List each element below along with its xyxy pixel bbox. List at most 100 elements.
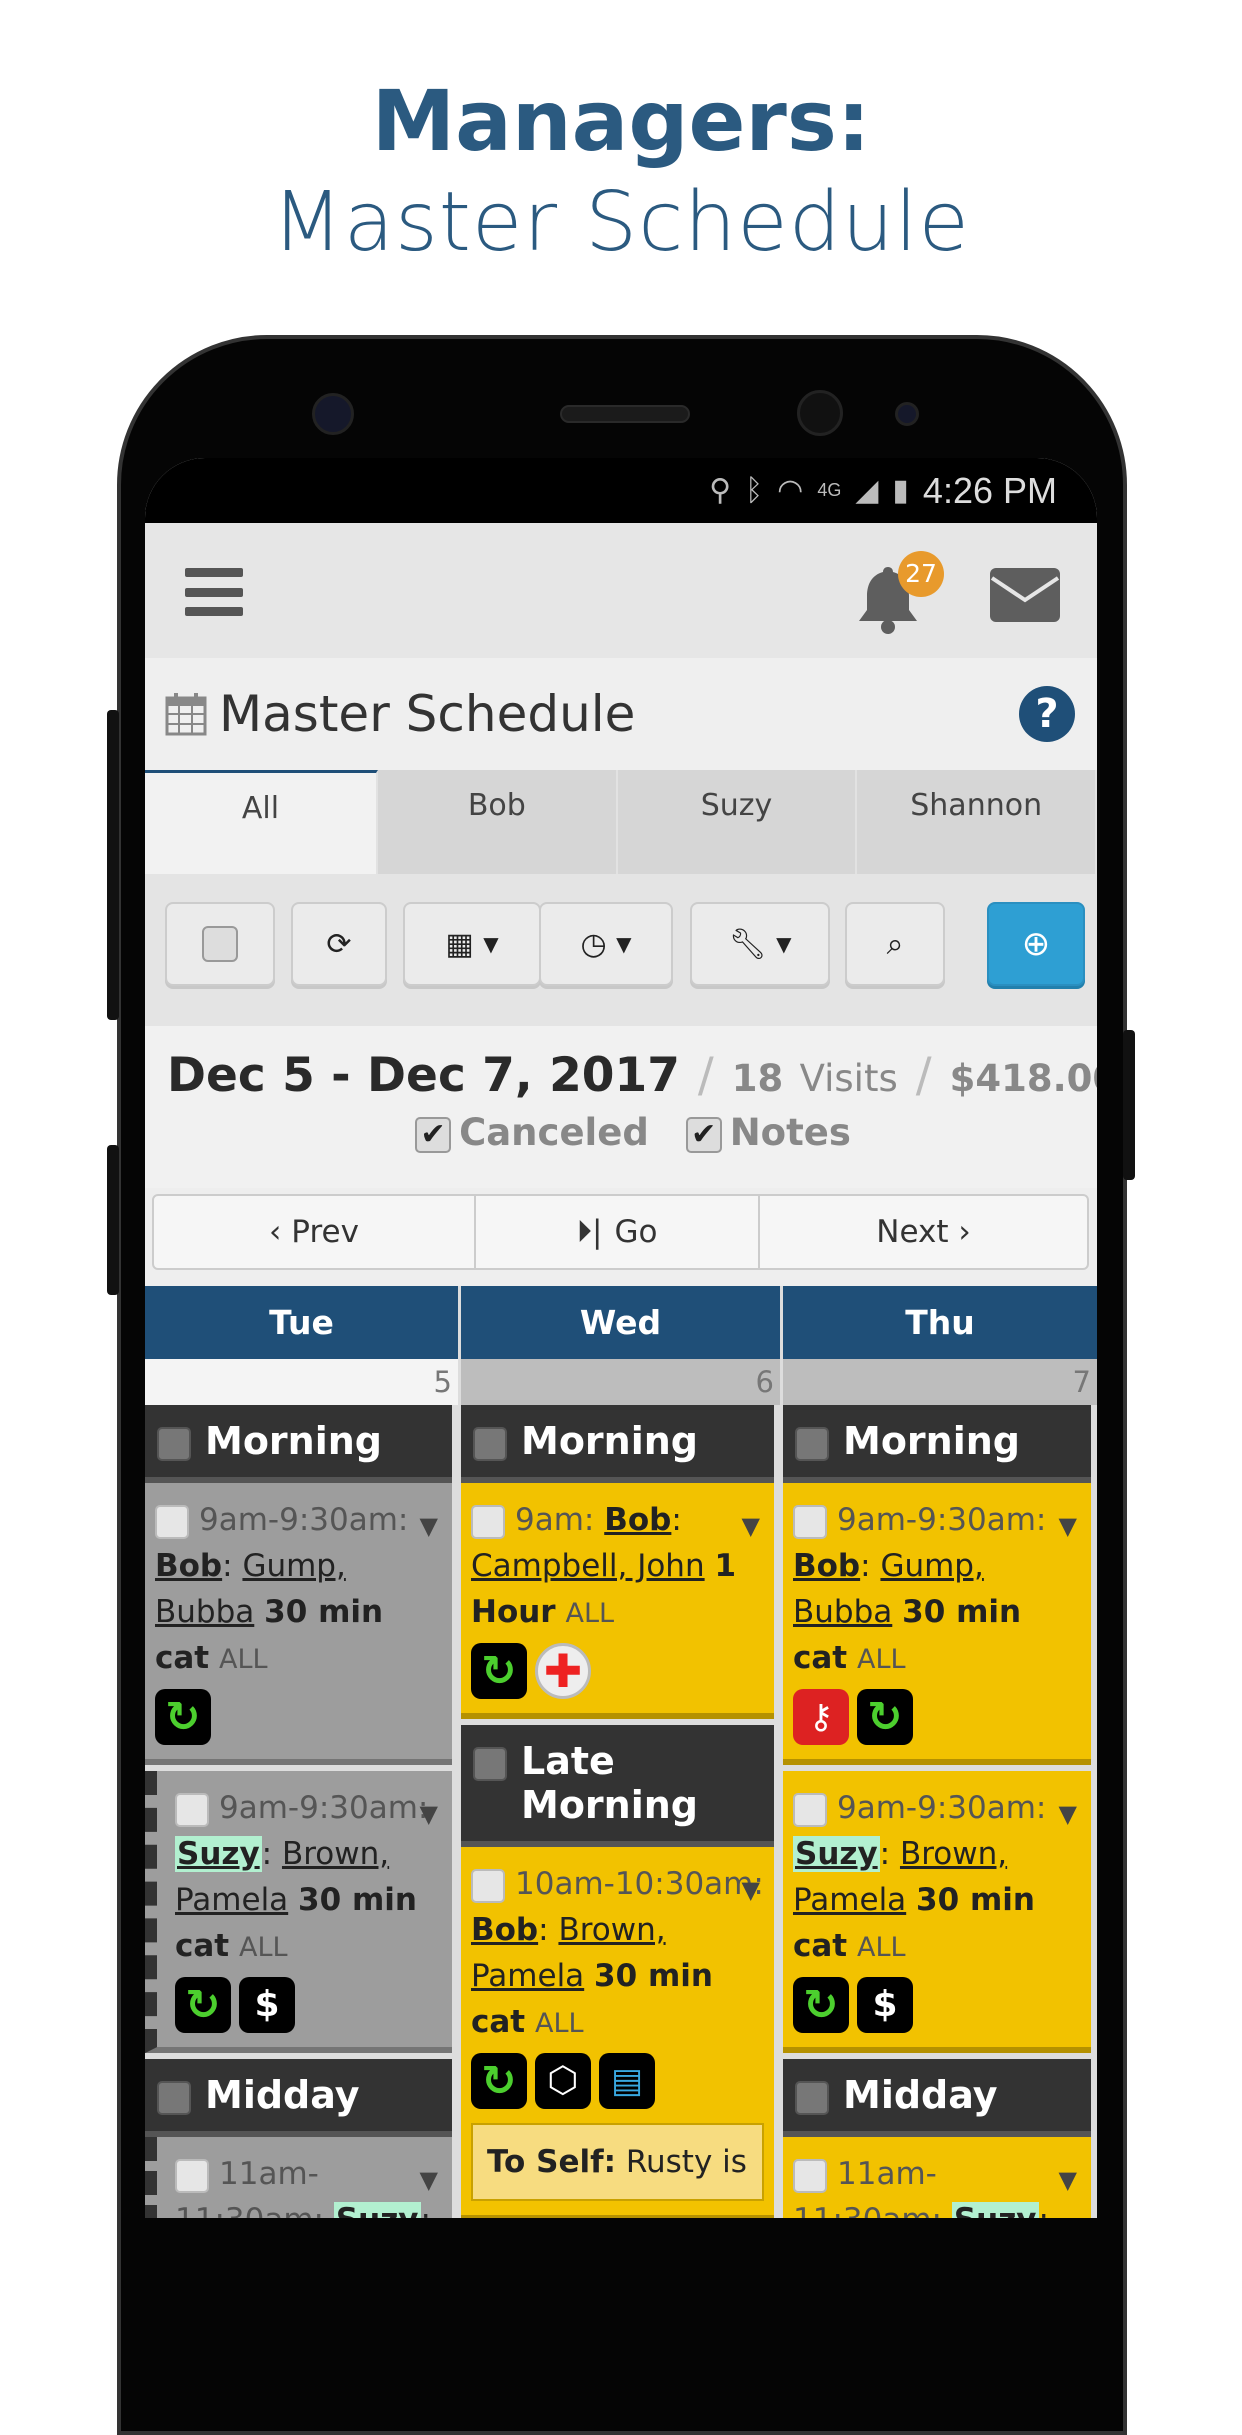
visit-checkbox[interactable] [175,2158,209,2193]
status-bar: ⚲ ᛒ ◠ 4G ◢ ▮ 4:26 PM [145,458,1097,523]
visit-time: 9am-9:30am: [219,1790,429,1826]
walker-link[interactable]: Suzy [951,2202,1039,2218]
next-button[interactable]: Next › [760,1196,1087,1268]
note-text: Rusty is [625,2144,747,2180]
visit-checkbox[interactable] [471,1504,505,1539]
visit-time: 9am-9:30am: [837,1502,1047,1538]
separator: / [697,1048,714,1103]
visit-checkbox[interactable] [155,1504,189,1539]
page-title: Master Schedule [219,685,636,743]
caret-down-icon[interactable]: ▼ [1059,1791,1077,1837]
signal-icon: ◢ [855,474,879,507]
caret-down-icon[interactable]: ▼ [1059,2157,1077,2203]
refresh-button[interactable]: ⟳ [291,902,387,986]
sensor [895,402,919,426]
block-checkbox[interactable] [157,2081,191,2115]
day-header[interactable]: Tue [145,1286,458,1359]
menu-icon[interactable] [185,568,243,616]
recurring-icon[interactable]: ↻ [471,1643,527,1699]
visit-note: To Self: Rusty is [471,2123,764,2201]
visit-card[interactable]: ▼ 9am-9:30am: Bob: Gump, Bubba 30 min ca… [145,1483,452,1765]
caret-down-icon[interactable]: ▼ [1059,1503,1077,1549]
day-header[interactable]: Wed [461,1286,780,1359]
block-checkbox[interactable] [795,2081,829,2115]
recurring-icon[interactable]: ↻ [857,1689,913,1745]
go-button[interactable]: ⏵︎| Go [476,1196,760,1268]
first-aid-icon[interactable]: ✚ [535,1643,591,1699]
caret-down-icon[interactable]: ▼ [420,1503,438,1549]
recurring-icon[interactable]: ↻ [175,1977,231,2033]
add-visit-button[interactable]: ⊕ [987,902,1085,986]
visit-card[interactable]: ▼ 11am-11:30am: Suzy: [145,2137,452,2218]
visits-count: 18 [731,1057,784,1100]
canceled-checkbox[interactable]: ✔ [415,1116,452,1153]
mail-icon[interactable] [990,568,1060,622]
time-block-label: Late Morning [521,1739,698,1827]
tab-all[interactable]: All [145,770,378,874]
screen: ⚲ ᛒ ◠ 4G ◢ ▮ 4:26 PM 27 Master Schedule … [145,458,1097,2218]
visit-time: 10am-10:30am: [515,1866,764,1902]
walker-link[interactable]: Bob [471,1912,538,1948]
recurring-icon[interactable]: ↻ [155,1689,211,1745]
pet-tag: ALL [238,1932,288,1963]
block-checkbox[interactable] [795,1427,829,1461]
day-number: 7 [783,1359,1097,1405]
caret-down-icon[interactable]: ▼ [742,1867,760,1913]
visit-card[interactable]: ▼ 9am-9:30am: Bob: Gump, Bubba 30 min ca… [783,1483,1091,1765]
visit-checkbox[interactable] [793,1792,827,1827]
visit-card[interactable]: ▼ 10am-10:30am: Bob: Brown, Pamela 30 mi… [461,1847,774,2218]
notes-checkbox[interactable]: ✔ [685,1116,722,1153]
visit-card[interactable]: ▼ 11am-11:30am: Suzy: [783,2137,1091,2218]
tab-suzy[interactable]: Suzy [618,770,858,874]
block-checkbox[interactable] [473,1427,507,1461]
block-checkbox[interactable] [473,1747,507,1781]
walker-link[interactable]: Bob [793,1548,860,1584]
time-block-header: Late Morning [461,1725,774,1847]
battery-icon: ▮ [892,474,909,507]
day-number: 5 [145,1359,458,1405]
recurring-icon[interactable]: ↻ [471,2053,527,2109]
help-button[interactable]: ? [1019,686,1075,742]
caret-down-icon[interactable]: ▼ [742,1503,760,1549]
walker-link[interactable]: Suzy [175,1836,262,1872]
tools-dropdown[interactable]: 🔧︎ ▼ [690,902,830,986]
walker-link[interactable]: Bob [604,1502,671,1538]
client-link[interactable]: Campbell, John [471,1548,705,1584]
tab-bob[interactable]: Bob [378,770,618,874]
caret-down-icon[interactable]: ▼ [420,1791,438,1837]
power-button [1123,1030,1135,1180]
visit-checkbox[interactable] [471,1868,505,1903]
select-all-button[interactable] [165,902,275,986]
visit-checkbox[interactable] [793,2158,827,2193]
visit-time: 9am-9:30am: [199,1502,409,1538]
walker-link[interactable]: Bob [155,1548,222,1584]
visit-checkbox[interactable] [793,1504,827,1539]
go-label: Go [614,1214,658,1250]
search-button[interactable]: ⌕ [845,902,945,986]
visit-card[interactable]: ▼ 9am-9:30am: Suzy: Brown, Pamela 30 min… [783,1771,1091,2053]
cube-icon[interactable]: ⬡ [535,2053,591,2109]
pet-tag: ALL [856,1644,906,1675]
location-icon: ⚲ [709,474,732,507]
visit-card[interactable]: ▼ 9am-9:30am: Suzy: Brown, Pamela 30 min… [145,1771,452,2053]
note-label: To Self: [487,2144,616,2180]
block-checkbox[interactable] [157,1427,191,1461]
sensor [312,393,354,435]
document-icon[interactable]: ▤ [599,2053,655,2109]
walker-link[interactable]: Suzy [333,2202,421,2218]
walker-link[interactable]: Suzy [793,1836,880,1872]
key-icon[interactable]: ⚷ [793,1689,849,1745]
tab-shannon[interactable]: Shannon [857,770,1097,874]
caret-down-icon[interactable]: ▼ [420,2157,438,2203]
plus-circle-icon: ⊕ [1021,924,1051,964]
visit-card[interactable]: ▼ 9am: Bob: Campbell, John 1 Hour ALL ↻ ✚ [461,1483,774,1719]
calendar-dropdown[interactable]: ▦ ▼ [403,902,541,986]
time-dropdown[interactable]: ◷ ▼ [539,902,673,986]
day-header[interactable]: Thu [783,1286,1097,1359]
visit-checkbox[interactable] [175,1792,209,1827]
prev-button[interactable]: ‹ Prev [154,1196,476,1268]
dollar-icon[interactable]: $ [857,1977,913,2033]
calendar-icon [165,693,207,736]
recurring-icon[interactable]: ↻ [793,1977,849,2033]
dollar-icon[interactable]: $ [239,1977,295,2033]
